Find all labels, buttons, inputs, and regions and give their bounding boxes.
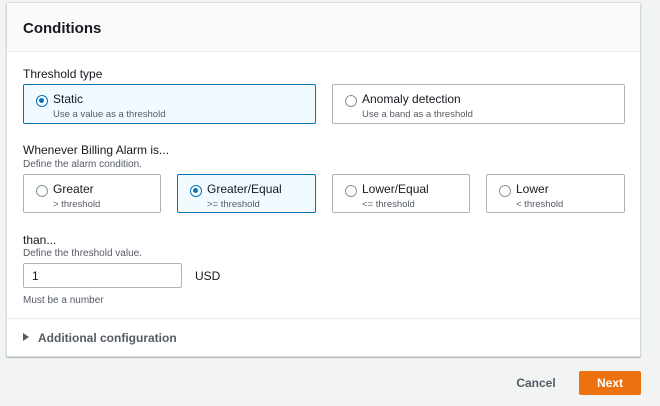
greater-equal-title: Greater/Equal (207, 182, 282, 196)
anomaly-title: Anomaly detection (362, 92, 461, 106)
than-description: Define the threshold value. (23, 248, 142, 259)
whenever-description: Define the alarm condition. (23, 159, 142, 170)
condition-lower-option[interactable]: Lower < threshold (486, 174, 625, 213)
static-description: Use a value as a threshold (53, 109, 166, 120)
anomaly-radio[interactable] (345, 95, 357, 107)
additional-configuration-label: Additional configuration (38, 331, 177, 345)
lower-description: < threshold (516, 199, 564, 210)
threshold-type-static-option[interactable]: Static Use a value as a threshold (23, 84, 316, 124)
threshold-type-label: Threshold type (23, 67, 103, 81)
panel-title: Conditions (23, 20, 102, 37)
threshold-type-anomaly-option[interactable]: Anomaly detection Use a band as a thresh… (332, 84, 625, 124)
caret-right-icon (23, 333, 29, 341)
anomaly-description: Use a band as a threshold (362, 109, 473, 120)
static-radio[interactable] (36, 95, 48, 107)
lower-title: Lower (516, 182, 549, 196)
condition-greater-equal-option[interactable]: Greater/Equal >= threshold (177, 174, 316, 213)
lower-radio[interactable] (499, 185, 511, 197)
conditions-panel: Conditions Threshold type Static Use a v… (6, 2, 641, 357)
next-button[interactable]: Next (579, 371, 641, 395)
additional-configuration-toggle[interactable]: Additional configuration (23, 331, 177, 345)
greater-radio[interactable] (36, 185, 48, 197)
lower-equal-description: <= threshold (362, 199, 415, 210)
condition-greater-option[interactable]: Greater > threshold (23, 174, 161, 213)
section-divider (7, 318, 640, 319)
lower-equal-radio[interactable] (345, 185, 357, 197)
greater-equal-radio[interactable] (190, 185, 202, 197)
panel-header: Conditions (7, 3, 640, 52)
threshold-hint: Must be a number (23, 295, 104, 306)
static-title: Static (53, 92, 84, 106)
lower-equal-title: Lower/Equal (362, 182, 429, 196)
greater-equal-description: >= threshold (207, 199, 260, 210)
threshold-unit: USD (195, 269, 221, 283)
whenever-label: Whenever Billing Alarm is... (23, 143, 170, 157)
threshold-value-input[interactable] (23, 263, 182, 288)
greater-title: Greater (53, 182, 94, 196)
cancel-button[interactable]: Cancel (505, 371, 567, 395)
than-label: than... (23, 233, 57, 247)
greater-description: > threshold (53, 199, 101, 210)
condition-lower-equal-option[interactable]: Lower/Equal <= threshold (332, 174, 470, 213)
